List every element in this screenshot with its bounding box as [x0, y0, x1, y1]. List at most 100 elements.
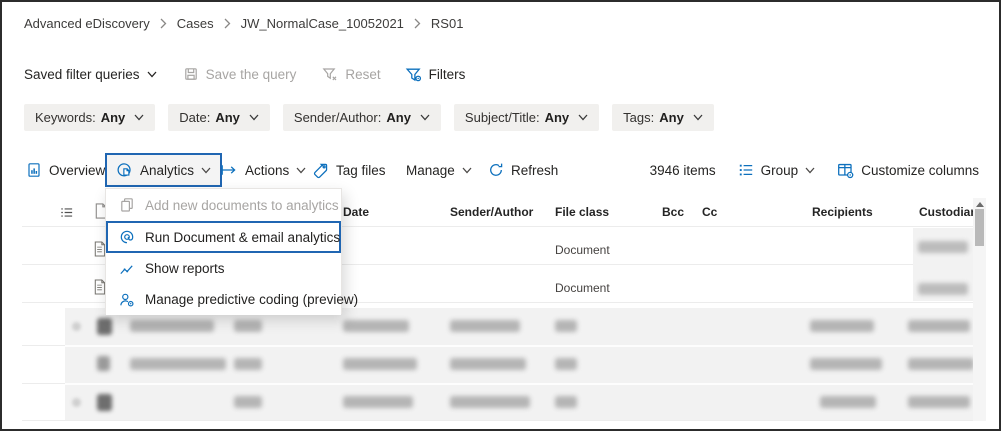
chevron-down-icon — [805, 167, 815, 174]
manage-label: Manage — [406, 163, 455, 178]
scrollbar-up-arrow[interactable] — [976, 202, 984, 207]
column-header-recipients[interactable]: Recipients — [812, 205, 873, 219]
menu-item-run-analytics[interactable]: Run Document & email analytics — [106, 221, 341, 253]
menu-item-label: Run Document & email analytics — [145, 230, 340, 245]
column-header-date[interactable]: Date — [343, 205, 369, 219]
reset-label: Reset — [345, 67, 380, 82]
filter-chip-tags[interactable]: Tags: Any — [612, 104, 714, 131]
redacted-text — [234, 358, 262, 370]
save-query-label: Save the query — [206, 67, 297, 82]
divider — [65, 345, 973, 347]
actions-dropdown-button[interactable]: Actions — [220, 152, 306, 188]
filter-chips: Keywords:Any Date:Any Sender/Author:Any … — [24, 104, 714, 131]
column-header-sender-author[interactable]: Sender/Author — [450, 205, 533, 219]
breadcrumb-item-cases[interactable]: Cases — [177, 16, 214, 31]
redacted-text — [450, 358, 526, 370]
reset-button: Reset — [322, 66, 380, 82]
chip-label: Sender/Author: — [294, 110, 381, 125]
chip-value: Any — [386, 110, 411, 125]
analytics-dropdown-menu: Add new documents to analytics Run Docum… — [105, 188, 342, 314]
chip-label: Subject/Title: — [465, 110, 540, 125]
group-dropdown-button[interactable]: Group — [738, 162, 816, 178]
breadcrumb-item-review-set[interactable]: RS01 — [431, 16, 464, 31]
toolbar-right-group: 3946 items Group Customize columns — [650, 152, 979, 188]
refresh-icon — [488, 162, 504, 178]
filter-chip-subject-title[interactable]: Subject/Title:Any — [454, 104, 599, 131]
copy-documents-icon — [119, 197, 135, 213]
menu-item-label: Add new documents to analytics — [145, 198, 339, 213]
chip-label: Tags: — [623, 110, 654, 125]
menu-item-manage-predictive-coding[interactable]: Manage predictive coding (preview) — [106, 284, 341, 315]
tag-files-label: Tag files — [336, 163, 386, 178]
chip-value: Any — [659, 110, 684, 125]
chip-label: Date: — [179, 110, 210, 125]
chevron-down-icon — [578, 114, 588, 121]
analytics-dropdown-button[interactable]: Analytics — [105, 153, 222, 187]
overview-button[interactable]: Overview — [26, 152, 105, 188]
redacted-text — [820, 396, 876, 408]
customize-columns-label: Customize columns — [861, 163, 979, 178]
breadcrumb: Advanced eDiscovery Cases JW_NormalCase_… — [24, 16, 463, 31]
chevron-right-icon — [224, 18, 231, 29]
refresh-button[interactable]: Refresh — [488, 152, 558, 188]
save-query-button: Save the query — [183, 66, 297, 82]
column-header-bcc[interactable]: Bcc — [662, 205, 684, 219]
redacted-text — [908, 320, 970, 332]
breadcrumb-item-advanced-ediscovery[interactable]: Advanced eDiscovery — [24, 16, 150, 31]
menu-item-label: Manage predictive coding (preview) — [145, 292, 358, 307]
column-header-custodian[interactable]: Custodian — [919, 205, 978, 219]
divider — [22, 420, 986, 421]
redacted-text — [918, 241, 968, 253]
redacted-text — [908, 396, 970, 408]
redacted-text — [908, 358, 974, 370]
filters-button[interactable]: Filters — [405, 66, 466, 83]
manage-dropdown-button[interactable]: Manage — [406, 152, 472, 188]
column-header-file-class[interactable]: File class — [555, 205, 609, 219]
chevron-down-icon — [462, 167, 472, 174]
filter-query-bar: Saved filter queries Save the query Rese… — [24, 63, 465, 85]
scrollbar-thumb[interactable] — [975, 209, 984, 246]
filter-chip-date[interactable]: Date:Any — [168, 104, 270, 131]
filter-chip-sender-author[interactable]: Sender/Author: Any — [283, 104, 441, 131]
row-type-header-icon[interactable] — [59, 205, 74, 220]
redacted-text — [450, 320, 520, 332]
file-class-cell: Document — [555, 243, 610, 257]
chip-label: Keywords: — [35, 110, 96, 125]
redacted-file-icon — [97, 318, 112, 335]
funnel-clear-icon — [322, 66, 338, 82]
divider — [22, 383, 65, 384]
redacted-file-icon — [97, 356, 110, 371]
filters-label: Filters — [429, 67, 466, 82]
chevron-right-icon — [414, 18, 421, 29]
filter-chip-keywords[interactable]: Keywords:Any — [24, 104, 155, 131]
chevron-down-icon — [296, 167, 306, 174]
saved-filter-queries-dropdown[interactable]: Saved filter queries — [24, 67, 157, 82]
redacted-text — [234, 320, 262, 332]
redacted-text — [555, 320, 577, 332]
redacted-checkbox — [72, 322, 81, 331]
column-header-cc[interactable]: Cc — [702, 205, 717, 219]
person-settings-icon — [119, 292, 135, 308]
redacted-text — [450, 396, 530, 408]
customize-columns-button[interactable]: Customize columns — [837, 162, 979, 179]
tag-files-button[interactable]: Tag files — [312, 152, 386, 188]
reports-chart-icon — [119, 261, 135, 277]
run-analytics-icon — [119, 229, 135, 245]
redacted-text — [343, 396, 413, 408]
group-list-icon — [738, 162, 754, 178]
menu-item-show-reports[interactable]: Show reports — [106, 253, 341, 284]
divider — [22, 345, 65, 346]
menu-item-label: Show reports — [145, 261, 225, 276]
analytics-label: Analytics — [140, 163, 194, 178]
overview-label: Overview — [49, 163, 105, 178]
file-class-cell: Document — [555, 281, 610, 295]
tag-icon — [312, 162, 329, 179]
save-icon — [183, 66, 199, 82]
divider — [65, 383, 973, 385]
redacted-checkbox — [72, 398, 81, 407]
chevron-down-icon — [134, 114, 144, 121]
actions-label: Actions — [245, 163, 289, 178]
group-label: Group — [761, 163, 799, 178]
chevron-down-icon — [693, 114, 703, 121]
breadcrumb-item-case-name[interactable]: JW_NormalCase_10052021 — [241, 16, 404, 31]
